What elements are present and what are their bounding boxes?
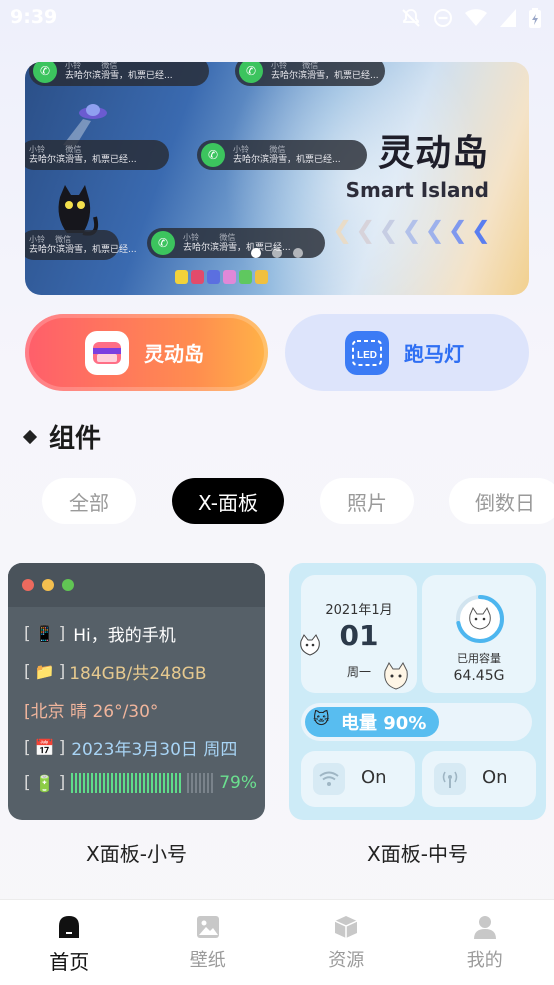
carousel-indicator bbox=[251, 248, 303, 258]
filter-chip-all[interactable]: 全部 bbox=[42, 478, 136, 524]
widget-row: [北京 晴 26°/30° bbox=[24, 702, 159, 722]
notification-pill: ✆ 小铃 微信 去哈尔滨滑雪，机票已经... bbox=[197, 140, 367, 170]
date-tile: 2021年1月 01 周一 bbox=[300, 575, 417, 693]
resource-box-icon bbox=[334, 916, 358, 938]
filter-chip-countdown[interactable]: 倒数日 bbox=[449, 478, 554, 524]
minimize-dot-icon bbox=[42, 579, 54, 591]
cat-sticker-icon bbox=[384, 662, 408, 690]
notification-pill: ✆ 小铃 微信 去哈尔滨滑雪，机票已经... bbox=[29, 62, 209, 86]
chevron-decoration: ❮ ❮ ❮ ❮ ❮ ❮ ❮ bbox=[332, 216, 491, 244]
nav-home[interactable]: 首页 bbox=[0, 900, 139, 985]
widget-row: [📁] 184GB/共248GB bbox=[24, 661, 207, 685]
carousel-dot[interactable] bbox=[251, 248, 261, 258]
wifi-icon bbox=[465, 9, 487, 26]
antenna-signal-icon bbox=[434, 763, 466, 795]
nav-resources-label: 资源 bbox=[328, 950, 365, 971]
close-dot-icon bbox=[22, 579, 34, 591]
section-title-text: 组件 bbox=[49, 424, 102, 454]
nav-wallpaper-label: 壁纸 bbox=[189, 950, 226, 971]
diamond-icon bbox=[22, 429, 38, 444]
nav-profile-label: 我的 bbox=[466, 950, 503, 971]
filter-chip-photos[interactable]: 照片 bbox=[320, 478, 414, 524]
cat-sticker-icon bbox=[300, 634, 320, 656]
svg-text:LED: LED bbox=[357, 350, 377, 361]
widget-caption-small: X面板-小号 bbox=[86, 842, 187, 866]
profile-icon bbox=[473, 916, 496, 939]
calendar-icon: 📅 bbox=[34, 738, 55, 757]
widget-row: [📅] 2023年3月30日 周四 bbox=[24, 737, 238, 761]
date-month: 2021年1月 bbox=[325, 603, 393, 618]
nav-wallpaper[interactable]: 壁纸 bbox=[139, 900, 278, 985]
dynamic-island-label: 灵动岛 bbox=[144, 342, 204, 366]
folder-icon: 📁 bbox=[34, 662, 55, 681]
cat-face-icon: 🐱 bbox=[313, 709, 330, 728]
bottom-navigation: 首页 壁纸 资源 我的 bbox=[0, 899, 554, 985]
window-titlebar bbox=[8, 563, 265, 607]
battery-icon: 🔋 bbox=[34, 773, 55, 793]
wechat-icon: ✆ bbox=[201, 143, 225, 167]
widget-row: [🔋] 79% bbox=[24, 773, 257, 793]
wechat-icon: ✆ bbox=[33, 62, 57, 83]
signal-state: On bbox=[482, 767, 508, 788]
status-time: 9:39 bbox=[10, 6, 58, 28]
battery-progress-bar bbox=[71, 773, 182, 793]
capacity-value: 64.45G bbox=[453, 668, 505, 684]
banner-title: 灵动岛 bbox=[377, 133, 489, 174]
notification-pill: ✆ 小铃 微信 去哈尔滨滑雪，机票已经... bbox=[235, 62, 385, 86]
storage-gauge bbox=[456, 595, 504, 643]
capacity-label: 已用容量 bbox=[457, 652, 501, 665]
notifications-off-icon bbox=[402, 9, 420, 27]
signal-toggle[interactable]: On bbox=[422, 751, 536, 807]
dynamic-island-icon bbox=[85, 330, 129, 375]
nav-home-label: 首页 bbox=[49, 950, 90, 974]
wallpaper-icon bbox=[196, 916, 219, 938]
widget-caption-medium: X面板-中号 bbox=[367, 842, 468, 866]
wifi-icon bbox=[313, 763, 345, 795]
dynamic-island-button[interactable]: 灵动岛 bbox=[25, 314, 268, 391]
wifi-state: On bbox=[361, 767, 387, 788]
carousel-dot[interactable] bbox=[293, 248, 303, 258]
storage-tile: 已用容量 64.45G bbox=[422, 575, 536, 693]
status-icons bbox=[400, 7, 542, 29]
led-icon: LED bbox=[345, 330, 389, 375]
battery-progress-remaining bbox=[187, 773, 214, 793]
home-icon bbox=[59, 916, 80, 938]
wechat-icon: ✆ bbox=[151, 231, 175, 255]
banner-carousel[interactable]: ✆ 小铃 微信 去哈尔滨滑雪，机票已经... ✆ 小铃 微信 去哈尔滨滑雪，机票已经… bbox=[25, 62, 529, 295]
maximize-dot-icon bbox=[62, 579, 74, 591]
widget-row: [📱] Hi，我的手机 bbox=[24, 623, 176, 647]
section-title: 组件 bbox=[22, 418, 102, 455]
banner-subtitle: Smart Island bbox=[345, 178, 489, 202]
battery-charging-icon bbox=[529, 8, 541, 28]
wifi-toggle[interactable]: On bbox=[301, 751, 415, 807]
colorful-icons-strip bbox=[175, 270, 268, 284]
filter-chips: 全部 X-面板 照片 倒数日 bbox=[42, 478, 554, 524]
notification-pill: 小铃 微信 去哈尔滨滑雪，机票已经... bbox=[25, 230, 137, 260]
notification-pill: 小铃 微信 去哈尔滨滑雪，机票已经... bbox=[25, 140, 169, 170]
widget-card-medium[interactable]: 2021年1月 01 周一 已用容量 64.45G 🐱 电量 90% On On bbox=[289, 563, 546, 820]
power-bar: 🐱 电量 90% bbox=[301, 703, 532, 741]
marquee-led-button[interactable]: LED 跑马灯 bbox=[285, 314, 529, 391]
cell-signal-icon bbox=[500, 9, 516, 27]
status-bar: 9:39 bbox=[0, 0, 554, 38]
nav-profile[interactable]: 我的 bbox=[416, 900, 554, 985]
do-not-disturb-icon bbox=[434, 9, 452, 27]
carousel-dot[interactable] bbox=[272, 248, 282, 258]
nav-resources[interactable]: 资源 bbox=[277, 900, 416, 985]
widget-card-small[interactable]: [📱] Hi，我的手机 [📁] 184GB/共248GB [北京 晴 26°/3… bbox=[8, 563, 265, 820]
phone-icon: 📱 bbox=[34, 624, 55, 643]
marquee-led-label: 跑马灯 bbox=[404, 342, 464, 366]
filter-chip-x-panel[interactable]: X-面板 bbox=[172, 478, 284, 524]
power-label: 电量 90% bbox=[341, 713, 427, 734]
wechat-icon: ✆ bbox=[239, 62, 263, 83]
